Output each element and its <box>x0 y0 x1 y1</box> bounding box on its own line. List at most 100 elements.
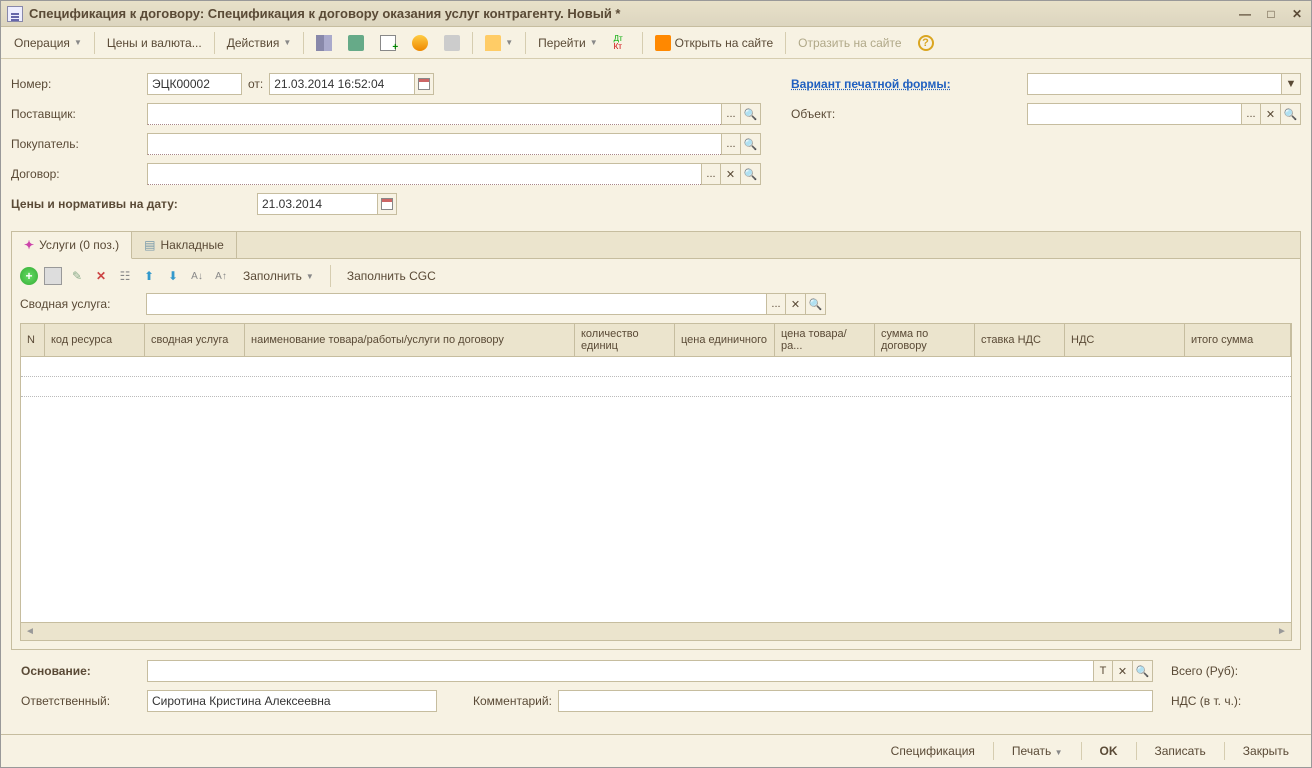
tb-icon-2[interactable] <box>341 31 371 55</box>
document-icon <box>7 6 23 22</box>
tb-icon-4[interactable] <box>405 31 435 55</box>
window: Спецификация к договору: Спецификация к … <box>0 0 1312 768</box>
fill-menu[interactable]: Заполнить▼ <box>236 265 321 287</box>
tab-invoices[interactable]: ▤ Накладные <box>132 232 237 258</box>
tree-button[interactable]: ☷ <box>116 267 134 285</box>
tb-icon-6[interactable]: ▼ <box>478 31 520 55</box>
select-button[interactable]: ... <box>721 133 741 155</box>
vat-incl-label: НДС (в т. ч.): <box>1171 694 1291 708</box>
close-button[interactable]: Закрыть <box>1233 741 1299 761</box>
select-button[interactable]: ... <box>721 103 741 125</box>
dtkt-button[interactable]: ДтКт <box>607 31 637 55</box>
col-vat-rate[interactable]: ставка НДС <box>975 324 1065 356</box>
scroll-right-button[interactable]: ► <box>1273 623 1291 640</box>
select-button[interactable]: ... <box>701 163 721 185</box>
site-icon <box>655 35 671 51</box>
fill-cgc-button[interactable]: Заполнить CGC <box>340 265 443 287</box>
chevron-down-icon: ▼ <box>590 38 598 47</box>
col-name[interactable]: наименование товара/работы/услуги по дог… <box>245 324 575 356</box>
summary-service-input[interactable] <box>146 293 766 315</box>
col-resource-code[interactable]: код ресурса <box>45 324 145 356</box>
search-button[interactable]: 🔍 <box>741 103 761 125</box>
scroll-left-button[interactable]: ◄ <box>21 623 39 640</box>
help-button[interactable]: ? <box>911 31 941 55</box>
prices-date-input[interactable] <box>257 193 377 215</box>
col-unit-price[interactable]: цена единичного <box>675 324 775 356</box>
col-contract-sum[interactable]: сумма по договору <box>875 324 975 356</box>
add-button[interactable]: + <box>20 267 38 285</box>
help-icon: ? <box>918 35 934 51</box>
calendar-button[interactable] <box>414 73 434 95</box>
move-up-button[interactable]: ⬆ <box>140 267 158 285</box>
services-grid: N код ресурса сводная услуга наименовани… <box>20 323 1292 641</box>
col-goods-price[interactable]: цена товара/ра... <box>775 324 875 356</box>
minimize-button[interactable]: — <box>1237 6 1253 22</box>
delete-button[interactable]: ✕ <box>92 267 110 285</box>
tb-icon-5[interactable] <box>437 31 467 55</box>
search-button[interactable]: 🔍 <box>741 133 761 155</box>
maximize-button[interactable]: □ <box>1263 6 1279 22</box>
money-icon <box>412 35 428 51</box>
separator <box>525 32 526 54</box>
clear-button[interactable]: ✕ <box>1261 103 1281 125</box>
text-button[interactable]: T <box>1093 660 1113 682</box>
clear-button[interactable]: ✕ <box>721 163 741 185</box>
basis-input[interactable] <box>147 660 1093 682</box>
prices-currency-button[interactable]: Цены и валюта... <box>100 32 209 54</box>
copy-button[interactable] <box>44 267 62 285</box>
ok-button[interactable]: OK <box>1090 741 1128 761</box>
grid-body[interactable] <box>20 357 1292 623</box>
link-icon <box>444 35 460 51</box>
move-down-button[interactable]: ⬇ <box>164 267 182 285</box>
supplier-label: Поставщик: <box>11 107 141 121</box>
col-total-sum[interactable]: итого сумма <box>1185 324 1291 356</box>
clear-button[interactable]: ✕ <box>786 293 806 315</box>
edit-button[interactable]: ✎ <box>68 267 86 285</box>
basis-label: Основание: <box>21 664 141 678</box>
sort-desc-button[interactable]: А↑ <box>212 267 230 285</box>
calendar-button[interactable] <box>377 193 397 215</box>
print-form-link[interactable]: Вариант печатной формы: <box>791 77 1021 91</box>
print-form-input[interactable] <box>1027 73 1281 95</box>
buyer-input[interactable] <box>147 133 721 155</box>
print-menu[interactable]: Печать ▼ <box>1002 741 1073 761</box>
grid-scrollbar[interactable]: ◄ ► <box>20 623 1292 641</box>
contract-input[interactable] <box>147 163 701 185</box>
select-button[interactable]: ... <box>1241 103 1261 125</box>
col-vat[interactable]: НДС <box>1065 324 1185 356</box>
dropdown-button[interactable]: ▼ <box>1281 73 1301 95</box>
clear-button[interactable]: ✕ <box>1113 660 1133 682</box>
scroll-track[interactable] <box>39 623 1273 640</box>
search-button[interactable]: 🔍 <box>806 293 826 315</box>
number-input[interactable] <box>147 73 242 95</box>
close-button[interactable]: ✕ <box>1289 6 1305 22</box>
save-button[interactable]: Записать <box>1145 741 1216 761</box>
separator <box>330 265 331 287</box>
operation-menu[interactable]: Операция▼ <box>7 32 89 54</box>
spec-button[interactable]: Спецификация <box>881 741 985 761</box>
col-n[interactable]: N <box>21 324 45 356</box>
tb-icon-1[interactable] <box>309 31 339 55</box>
tab-services[interactable]: ✦ Услуги (0 поз.) <box>12 232 132 259</box>
responsible-input[interactable] <box>147 690 437 712</box>
folder-icon <box>485 35 501 51</box>
object-input[interactable] <box>1027 103 1241 125</box>
select-button[interactable]: ... <box>766 293 786 315</box>
sort-asc-button[interactable]: A↓ <box>188 267 206 285</box>
comment-input[interactable] <box>558 690 1153 712</box>
doc-plus-icon <box>380 35 396 51</box>
col-summary-service[interactable]: сводная услуга <box>145 324 245 356</box>
search-button[interactable]: 🔍 <box>1133 660 1153 682</box>
responsible-label: Ответственный: <box>21 694 141 708</box>
tb-icon-3[interactable] <box>373 31 403 55</box>
search-button[interactable]: 🔍 <box>741 163 761 185</box>
supplier-input[interactable] <box>147 103 721 125</box>
goto-menu[interactable]: Перейти▼ <box>531 32 604 54</box>
separator <box>993 742 994 760</box>
search-button[interactable]: 🔍 <box>1281 103 1301 125</box>
open-site-button[interactable]: Открыть на сайте <box>648 31 781 55</box>
date-input[interactable] <box>269 73 414 95</box>
col-qty[interactable]: количество единиц <box>575 324 675 356</box>
window-title: Спецификация к договору: Спецификация к … <box>29 6 1237 21</box>
actions-menu[interactable]: Действия▼ <box>220 32 299 54</box>
